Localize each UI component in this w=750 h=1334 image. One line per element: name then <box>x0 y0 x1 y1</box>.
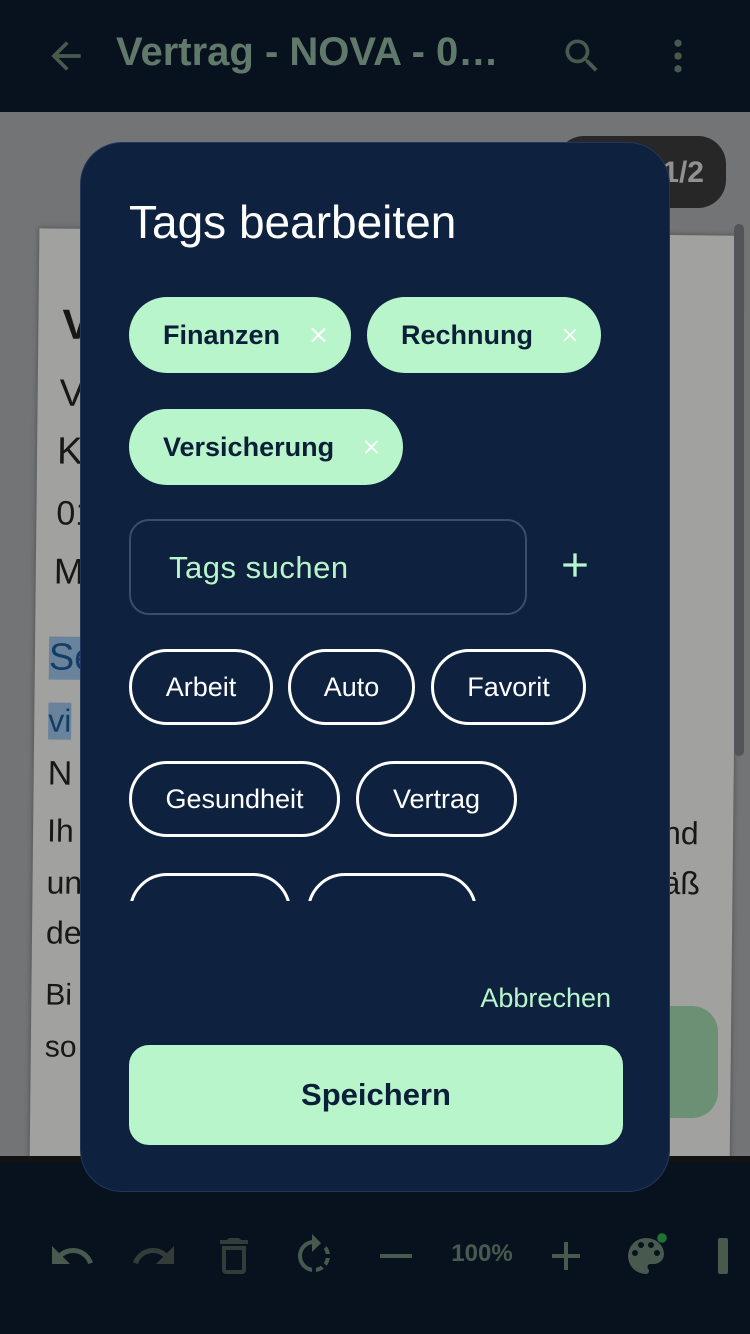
selected-tag-chip[interactable]: Rechnung <box>367 297 601 373</box>
tag-option-chip[interactable]: Arbeit <box>129 649 273 725</box>
selected-tag-chip[interactable]: Versicherung <box>129 409 403 485</box>
selected-tag-chip[interactable]: Finanzen <box>129 297 351 373</box>
chip-label: Versicherung <box>163 431 335 462</box>
chip-label: Rechnung <box>401 319 533 350</box>
add-tag-icon[interactable] <box>555 545 595 585</box>
close-icon[interactable] <box>306 320 331 350</box>
tag-option-chip[interactable] <box>307 873 477 901</box>
tag-option-chip[interactable]: Vertrag <box>356 761 517 837</box>
tag-option-chip[interactable] <box>129 873 291 901</box>
close-icon[interactable] <box>360 432 383 462</box>
tag-option-chip[interactable]: Gesundheit <box>129 761 340 837</box>
tag-option-chip[interactable]: Favorit <box>431 649 586 725</box>
tag-search-input[interactable] <box>169 543 509 593</box>
cancel-button[interactable]: Abbrechen <box>451 983 611 1014</box>
close-icon[interactable] <box>559 320 581 350</box>
chip-label: Finanzen <box>163 319 281 350</box>
available-tags-list[interactable]: Arbeit Auto Favorit Gesundheit Vertrag <box>121 643 641 901</box>
dialog-title: Tags bearbeiten <box>129 196 457 248</box>
edit-tags-dialog: Tags bearbeiten Finanzen Rechnung Versic… <box>80 142 670 1192</box>
save-button[interactable]: Speichern <box>129 1045 623 1145</box>
tag-search-field[interactable] <box>129 519 527 615</box>
tag-option-chip[interactable]: Auto <box>288 649 415 725</box>
